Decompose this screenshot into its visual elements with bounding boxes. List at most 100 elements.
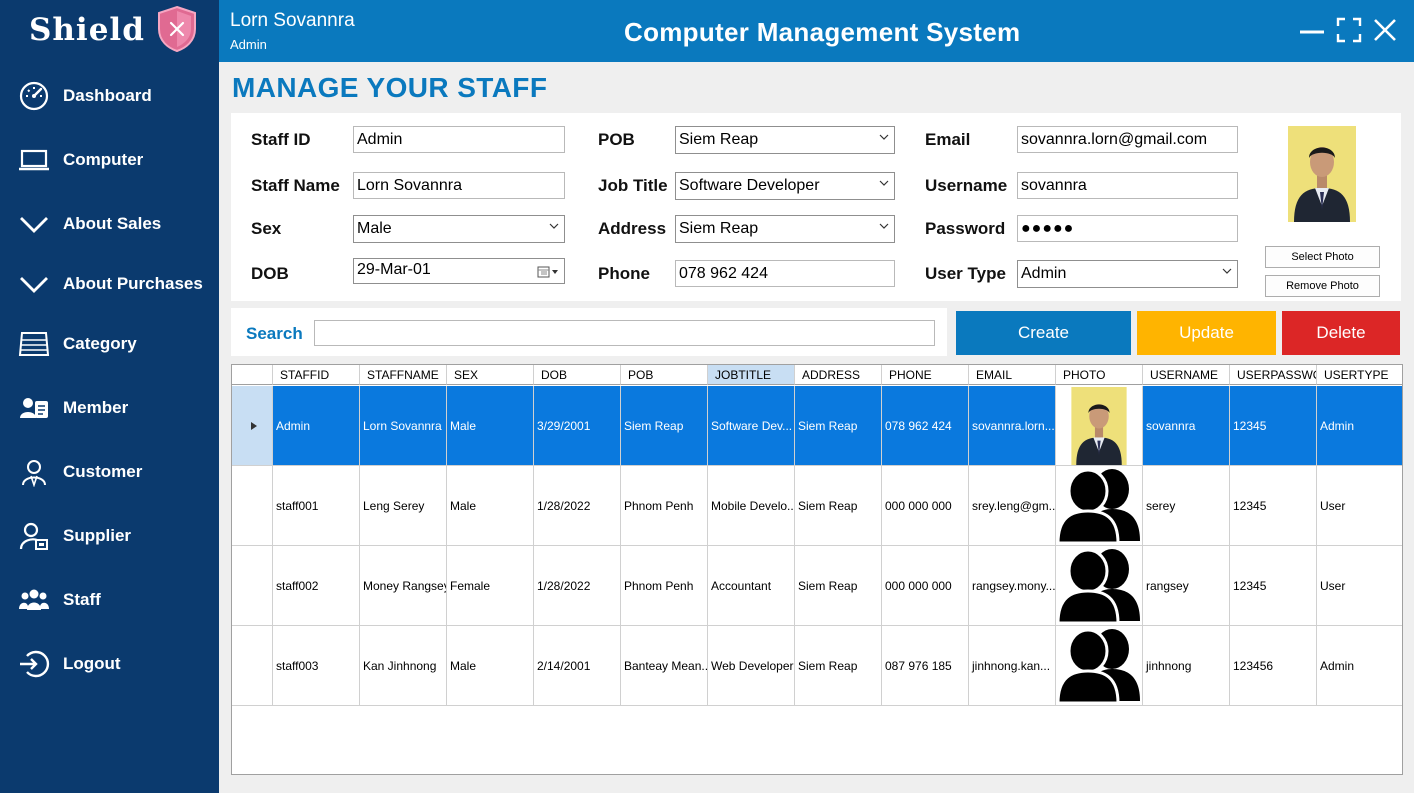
cell-email[interactable]: sovannra.lorn... xyxy=(969,386,1056,466)
sidebar-item-about-sales[interactable]: About Sales xyxy=(0,200,219,248)
column-header[interactable]: PHONE xyxy=(882,365,969,385)
cell-email[interactable]: rangsey.mony... xyxy=(969,546,1056,626)
cell-pob[interactable]: Phnom Penh xyxy=(621,466,708,546)
cell-staffname[interactable]: Leng Serey xyxy=(360,466,447,546)
column-header[interactable]: STAFFNAME xyxy=(360,365,447,385)
sidebar-item-customer[interactable]: Customer xyxy=(0,448,219,496)
create-button[interactable]: Create xyxy=(956,311,1131,355)
column-header[interactable]: DOB xyxy=(534,365,621,385)
cell-dob[interactable]: 1/28/2022 xyxy=(534,466,621,546)
column-header[interactable]: JOBTITLE xyxy=(708,365,795,385)
cell-dob[interactable]: 1/28/2022 xyxy=(534,546,621,626)
row-header[interactable] xyxy=(232,466,273,546)
table-row[interactable]: staff001 Leng Serey Male 1/28/2022 Phnom… xyxy=(232,466,1402,546)
cell-sex[interactable]: Male xyxy=(447,626,534,706)
table-row[interactable]: staff002 Money Rangsey Female 1/28/2022 … xyxy=(232,546,1402,626)
cell-phone[interactable]: 078 962 424 xyxy=(882,386,969,466)
email-field[interactable] xyxy=(1017,126,1238,153)
address-dropdown[interactable]: Siem Reap xyxy=(675,215,895,243)
cell-pob[interactable]: Banteay Mean... xyxy=(621,626,708,706)
cell-username[interactable]: jinhnong xyxy=(1143,626,1230,706)
cell-jobtitle[interactable]: Web Developer xyxy=(708,626,795,706)
remove-photo-button[interactable]: Remove Photo xyxy=(1265,275,1380,297)
table-row[interactable]: staff003 Kan Jinhnong Male 2/14/2001 Ban… xyxy=(232,626,1402,706)
cell-staffname[interactable]: Money Rangsey xyxy=(360,546,447,626)
sex-dropdown[interactable]: Male xyxy=(353,215,565,243)
cell-jobtitle[interactable]: Software Dev... xyxy=(708,386,795,466)
cell-address[interactable]: Siem Reap xyxy=(795,386,882,466)
cell-jobtitle[interactable]: Accountant xyxy=(708,546,795,626)
cell-sex[interactable]: Male xyxy=(447,386,534,466)
sidebar-item-computer[interactable]: Computer xyxy=(0,136,219,184)
row-header[interactable] xyxy=(232,386,273,466)
job-title-dropdown[interactable]: Software Developer xyxy=(675,172,895,200)
column-header[interactable]: USERNAME xyxy=(1143,365,1230,385)
pob-dropdown[interactable]: Siem Reap xyxy=(675,126,895,154)
cell-usertype[interactable]: User xyxy=(1317,466,1402,546)
column-header[interactable]: POB xyxy=(621,365,708,385)
phone-field[interactable] xyxy=(675,260,895,287)
select-photo-button[interactable]: Select Photo xyxy=(1265,246,1380,268)
cell-password[interactable]: 123456 xyxy=(1230,626,1317,706)
cell-password[interactable]: 12345 xyxy=(1230,386,1317,466)
cell-username[interactable]: sovannra xyxy=(1143,386,1230,466)
column-header[interactable]: USERPASSWO xyxy=(1230,365,1317,385)
cell-staffid[interactable]: staff001 xyxy=(273,466,360,546)
cell-phone[interactable]: 087 976 185 xyxy=(882,626,969,706)
column-header[interactable]: ADDRESS xyxy=(795,365,882,385)
dob-date-picker[interactable]: 29-Mar-01 xyxy=(353,258,565,284)
column-header[interactable]: SEX xyxy=(447,365,534,385)
cell-email[interactable]: srey.leng@gm... xyxy=(969,466,1056,546)
update-button[interactable]: Update xyxy=(1137,311,1276,355)
cell-staffid[interactable]: staff003 xyxy=(273,626,360,706)
cell-username[interactable]: serey xyxy=(1143,466,1230,546)
cell-usertype[interactable]: Admin xyxy=(1317,386,1402,466)
cell-photo[interactable] xyxy=(1056,386,1143,466)
password-field[interactable]: ●●●●● xyxy=(1017,215,1238,242)
column-header[interactable]: STAFFID xyxy=(273,365,360,385)
minimize-icon[interactable] xyxy=(1298,16,1326,44)
cell-usertype[interactable]: Admin xyxy=(1317,626,1402,706)
cell-phone[interactable]: 000 000 000 xyxy=(882,546,969,626)
cell-staffname[interactable]: Kan Jinhnong xyxy=(360,626,447,706)
table-row[interactable]: Admin Lorn Sovannra Male 3/29/2001 Siem … xyxy=(232,386,1402,466)
sidebar-item-staff[interactable]: Staff xyxy=(0,576,219,624)
cell-username[interactable]: rangsey xyxy=(1143,546,1230,626)
cell-sex[interactable]: Male xyxy=(447,466,534,546)
sidebar-item-about-purchases[interactable]: About Purchases xyxy=(0,260,219,308)
cell-photo[interactable] xyxy=(1056,626,1143,706)
sidebar-item-logout[interactable]: Logout xyxy=(0,640,219,688)
sidebar-item-category[interactable]: Category xyxy=(0,320,219,368)
cell-staffid[interactable]: staff002 xyxy=(273,546,360,626)
row-header[interactable] xyxy=(232,546,273,626)
column-header[interactable]: USERTYPE xyxy=(1317,365,1402,385)
maximize-icon[interactable] xyxy=(1335,16,1363,44)
user-type-dropdown[interactable]: Admin xyxy=(1017,260,1238,288)
sidebar-item-dashboard[interactable]: Dashboard xyxy=(0,72,219,120)
column-header[interactable]: PHOTO xyxy=(1056,365,1143,385)
cell-usertype[interactable]: User xyxy=(1317,546,1402,626)
cell-dob[interactable]: 3/29/2001 xyxy=(534,386,621,466)
cell-address[interactable]: Siem Reap xyxy=(795,546,882,626)
delete-button[interactable]: Delete xyxy=(1282,311,1400,355)
cell-email[interactable]: jinhnong.kan... xyxy=(969,626,1056,706)
cell-phone[interactable]: 000 000 000 xyxy=(882,466,969,546)
cell-dob[interactable]: 2/14/2001 xyxy=(534,626,621,706)
cell-address[interactable]: Siem Reap xyxy=(795,626,882,706)
column-header[interactable]: EMAIL xyxy=(969,365,1056,385)
staff-id-field[interactable] xyxy=(353,126,565,153)
cell-jobtitle[interactable]: Mobile Develo... xyxy=(708,466,795,546)
close-icon[interactable] xyxy=(1371,16,1399,44)
cell-password[interactable]: 12345 xyxy=(1230,466,1317,546)
search-input[interactable] xyxy=(314,320,935,346)
cell-photo[interactable] xyxy=(1056,466,1143,546)
cell-photo[interactable] xyxy=(1056,546,1143,626)
cell-password[interactable]: 12345 xyxy=(1230,546,1317,626)
cell-pob[interactable]: Phnom Penh xyxy=(621,546,708,626)
cell-sex[interactable]: Female xyxy=(447,546,534,626)
sidebar-item-supplier[interactable]: Supplier xyxy=(0,512,219,560)
sidebar-item-member[interactable]: Member xyxy=(0,384,219,432)
staff-name-field[interactable] xyxy=(353,172,565,199)
cell-address[interactable]: Siem Reap xyxy=(795,466,882,546)
cell-staffname[interactable]: Lorn Sovannra xyxy=(360,386,447,466)
